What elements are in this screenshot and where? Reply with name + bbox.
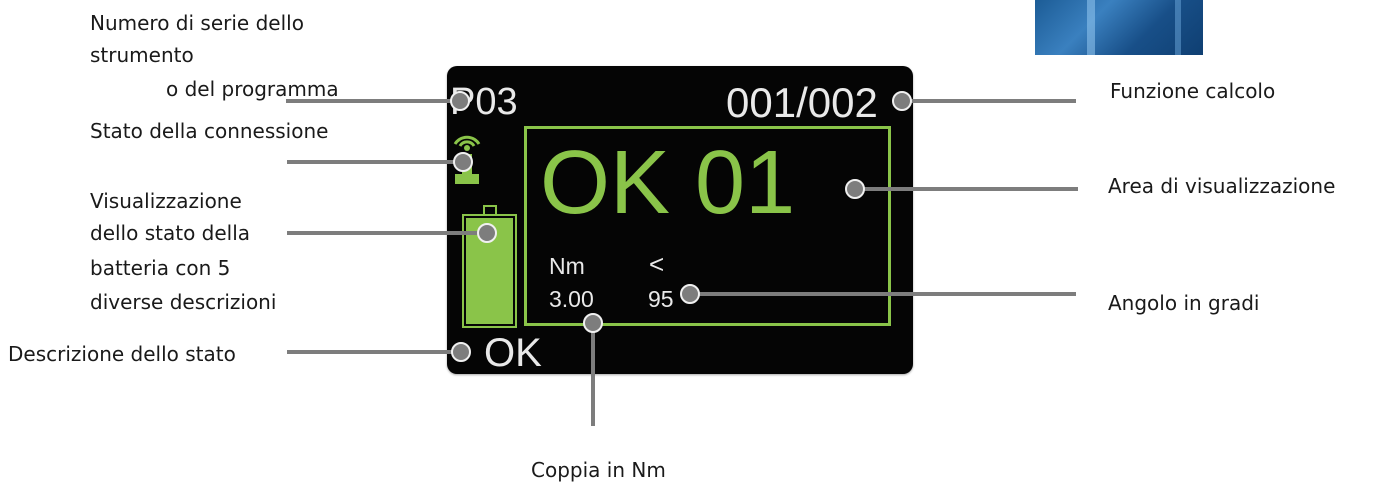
result-status-display: OK 01 [540,133,796,233]
pointer-dot-status [451,342,471,362]
leader-line-connection [287,160,463,164]
pointer-dot-battery [477,223,497,243]
battery-label-line3: batteria con 5 [90,256,231,280]
serial-number-label-line1: Numero di serie dello [90,11,304,35]
battery-label-line1: Visualizzazione [90,189,242,213]
torque-nm-label: Coppia in Nm [531,458,666,482]
leader-line-display-area [862,187,1078,191]
torque-value: 3.00 [549,286,594,312]
pointer-dot-connection [453,152,473,172]
leader-line-torque [591,322,595,426]
device-photo-fragment [1035,0,1203,55]
pointer-dot-display-area [845,179,865,199]
angle-value: 95 [648,286,674,312]
angle-degrees-label: Angolo in gradi [1108,291,1260,315]
leader-line-status [287,350,461,354]
battery-label-line2: dello stato della [90,221,251,245]
leader-line-serial [286,99,456,103]
pointer-dot-calc-function [892,91,912,111]
angle-symbol: < [649,249,665,279]
battery-label-line4: diverse descrizioni [90,290,277,314]
calc-function-label: Funzione calcolo [1110,79,1276,103]
connection-status-label: Stato della connessione [90,119,329,143]
serial-number-label-line2: strumento [90,43,194,67]
pointer-dot-serial [450,91,470,111]
pointer-dot-angle [680,284,700,304]
display-area-label: Area di visualizzazione [1108,174,1336,198]
status-text: OK [484,331,542,375]
unit-label: Nm [549,253,585,279]
status-description-label: Descrizione dello stato [8,342,236,366]
counter-display: 001/002 [726,79,878,126]
pointer-dot-torque [583,313,603,333]
leader-line-angle [695,292,1076,296]
leader-line-calc-function [910,99,1076,103]
leader-line-battery [287,231,488,235]
